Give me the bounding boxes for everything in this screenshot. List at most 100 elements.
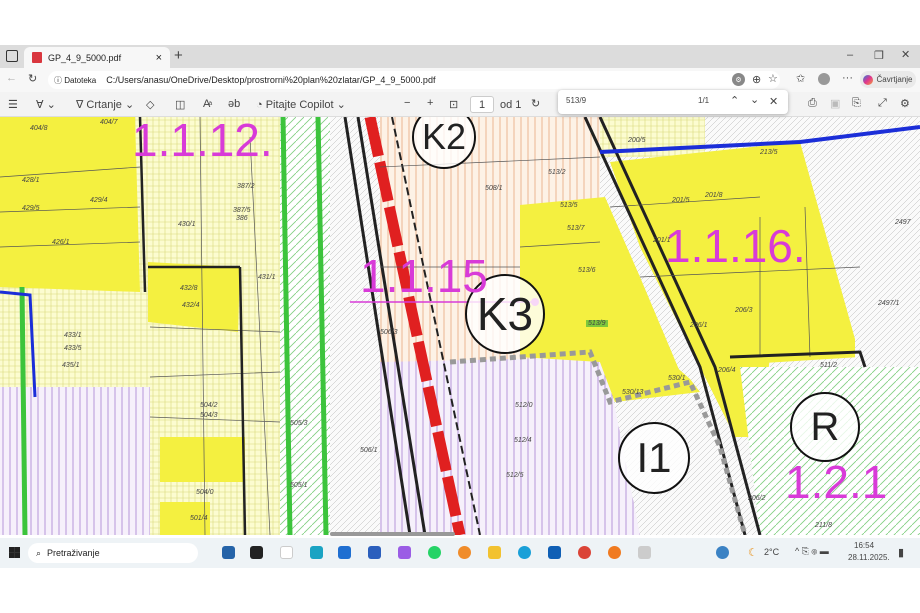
app-orange-icon[interactable]: [608, 546, 621, 559]
highlight-icon[interactable]: ∀ ⌄: [36, 98, 56, 111]
contents-icon[interactable]: ☰: [8, 98, 18, 111]
translate-icon[interactable]: ǝb: [228, 98, 240, 110]
zoom-in-button[interactable]: +: [427, 97, 433, 109]
search-icon: ⌕: [36, 547, 42, 558]
parcel-label: 201/5: [672, 197, 690, 204]
edge-icon[interactable]: [518, 546, 531, 559]
close-tab-icon[interactable]: ×: [156, 52, 162, 64]
weather-icon: ☾: [748, 547, 758, 559]
zoom-out-button[interactable]: −: [404, 97, 410, 109]
clock-date[interactable]: 28.11.2025.: [848, 553, 890, 562]
parcel-label: 206/1: [690, 322, 708, 329]
clock-time[interactable]: 16:54: [854, 541, 874, 550]
paint-icon[interactable]: [638, 546, 651, 559]
taskbar: ⌕ Pretraživanje ☾ 2°C ^ ⎘ ⊛ ▬ 16:54 28.1…: [0, 538, 920, 568]
pdf-map-view[interactable]: K2 K3 R I1 1.1.12. 1.1.15 1.1.16. 1.2.1 …: [0, 117, 920, 535]
tray-icons[interactable]: ^ ⎘ ⊛ ▬: [795, 546, 829, 557]
parcel-label: 2497: [895, 219, 911, 226]
tab-pdf[interactable]: GP_4_9_5000.pdf ×: [24, 47, 170, 68]
draw-label: Crtanje: [86, 98, 122, 111]
parcel-label: 432/8: [180, 285, 198, 292]
info-icon: ⓘ Datoteka: [54, 75, 97, 85]
save-as-icon[interactable]: ⎘: [852, 97, 861, 110]
parcel-label: 433/1: [64, 332, 82, 339]
parcel-label: 429/5: [22, 205, 40, 212]
text-box-icon[interactable]: ◫: [175, 98, 185, 111]
more-icon[interactable]: ···: [842, 72, 853, 84]
parcel-label: 432/4: [182, 302, 200, 309]
read-aloud-icon[interactable]: Aͣ: [203, 98, 210, 110]
dropbox-icon[interactable]: [250, 546, 263, 559]
eraser-icon[interactable]: ◇: [146, 98, 154, 111]
parcel-label: 513/5: [560, 202, 578, 209]
minimize-button[interactable]: –: [847, 49, 853, 61]
weather-temp[interactable]: 2°C: [764, 547, 779, 557]
parcel-label: 504/3: [200, 412, 218, 419]
parcel-label: 501/4: [190, 515, 208, 522]
parcel-label: 211/8: [815, 522, 832, 529]
start-windows-icon[interactable]: [9, 547, 20, 558]
find-close-icon[interactable]: ✕: [769, 95, 778, 108]
refresh-icon[interactable]: ↻: [28, 72, 37, 85]
fullscreen-icon[interactable]: ⤢: [878, 97, 887, 110]
parcel-label: 512/5: [506, 472, 524, 479]
notifications-icon[interactable]: ▮: [898, 546, 904, 559]
zoom-icon[interactable]: ⊕: [752, 73, 761, 86]
outlook-icon[interactable]: [338, 546, 351, 559]
print-icon[interactable]: ⎙: [808, 97, 817, 110]
restore-button[interactable]: ❐: [874, 49, 884, 62]
parcel-label: 504/0: [196, 489, 214, 496]
parcel-label: 506/3: [380, 329, 398, 336]
parcel-label: 433/5: [64, 345, 82, 352]
close-window-button[interactable]: ✕: [901, 48, 910, 61]
find-input[interactable]: 513/9: [566, 96, 586, 105]
horizontal-scrollbar[interactable]: [330, 532, 455, 536]
taskbar-search[interactable]: ⌕ Pretraživanje: [28, 543, 198, 563]
firefox-icon[interactable]: [458, 546, 471, 559]
find-previous-icon[interactable]: ⌃: [730, 94, 739, 107]
tab-actions-icon[interactable]: [6, 50, 18, 62]
favorites-icon[interactable]: ✩: [796, 72, 805, 85]
network-app-icon[interactable]: [716, 546, 729, 559]
search-placeholder: Pretraživanje: [47, 548, 100, 558]
copilot-button[interactable]: ◔ Pitajte Copilot ⌄: [256, 98, 346, 112]
parcel-label: 2497/1: [878, 300, 900, 307]
parcel-label: 511/2: [820, 362, 837, 369]
parcel-label: 513/6: [578, 267, 596, 274]
parcel-label: 513/7: [567, 225, 585, 232]
whatsapp-icon[interactable]: [428, 546, 441, 559]
profile-avatar[interactable]: [818, 73, 830, 85]
page-number-input[interactable]: 1: [470, 96, 494, 113]
copilot-chat-button[interactable]: Čavrtjanje: [860, 71, 916, 88]
fit-page-icon[interactable]: ⊡: [449, 98, 458, 111]
store-app-icon[interactable]: [222, 546, 235, 559]
file-explorer-icon[interactable]: [488, 546, 501, 559]
chrome-icon[interactable]: [578, 546, 591, 559]
new-tab-button[interactable]: +: [174, 47, 183, 64]
find-bar: 513/9 1/1 ⌃ ⌄ ✕: [558, 90, 788, 114]
address-input[interactable]: ⓘ Datoteka C:/Users/anasu/OneDrive/Deskt…: [48, 71, 780, 89]
back-icon[interactable]: ←: [6, 72, 17, 84]
parcel-label: 386: [236, 215, 248, 222]
parcel-label: 530/13: [622, 389, 644, 396]
notes-app-icon[interactable]: [280, 546, 293, 559]
save-icon[interactable]: ▣: [830, 97, 840, 110]
parcel-label: 504/2: [200, 402, 218, 409]
page-total: od 1: [500, 99, 522, 111]
copilot-app-icon[interactable]: [398, 546, 411, 559]
outlook-classic-icon[interactable]: [548, 546, 561, 559]
extension-icon[interactable]: ⚙: [732, 73, 745, 86]
draw-button[interactable]: ∇ Crtanje ⌄: [76, 98, 134, 112]
copilot-icon: [863, 74, 874, 85]
parcel-label: 426/1: [52, 239, 70, 246]
parcel-label: 206/2: [748, 495, 766, 502]
app-icon[interactable]: [310, 546, 323, 559]
chat-label: Čavrtjanje: [876, 75, 913, 84]
parcel-label: 404/8: [30, 125, 48, 132]
find-next-icon[interactable]: ⌄: [750, 93, 759, 106]
favorite-star-icon[interactable]: ☆: [768, 72, 778, 85]
parcel-label: 404/7: [100, 119, 118, 126]
settings-icon[interactable]: ⚙: [900, 97, 910, 110]
word-icon[interactable]: [368, 546, 381, 559]
rotate-icon[interactable]: ↻: [531, 97, 540, 110]
